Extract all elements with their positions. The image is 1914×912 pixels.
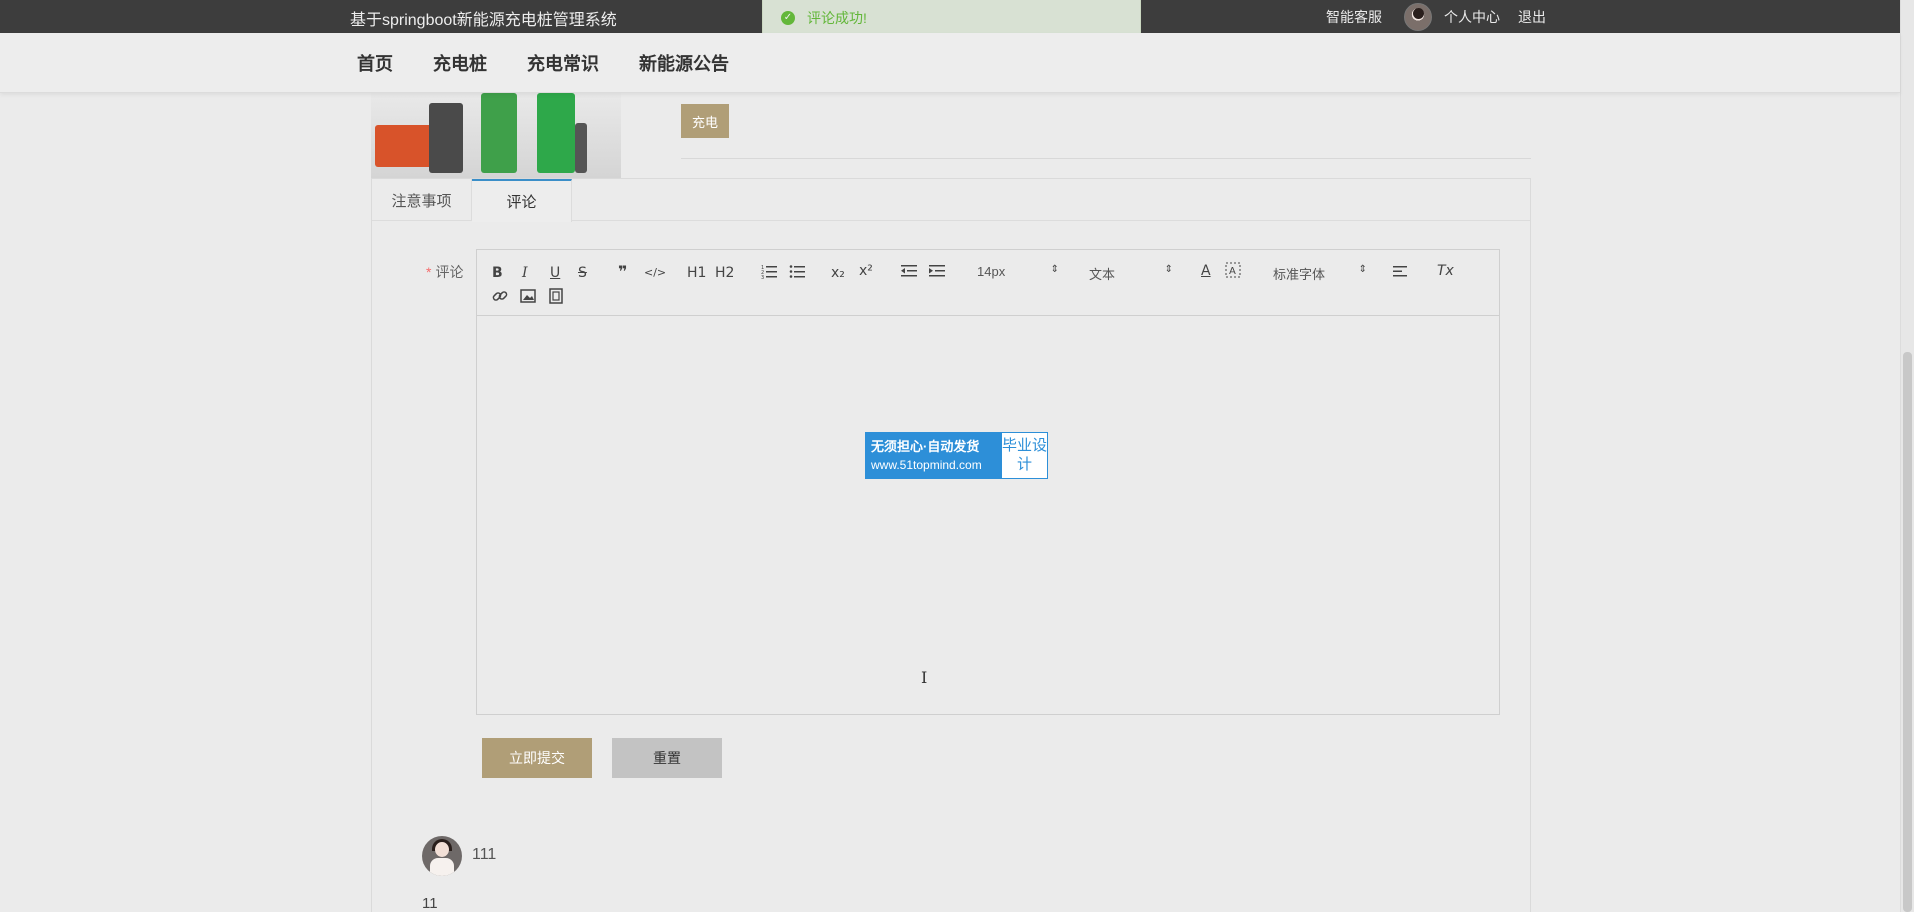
charger-illustration-orange <box>375 125 437 167</box>
toast-message: 评论成功! <box>807 9 867 26</box>
editor-toolbar: B I U S ❞ </> H1 H2 123 x₂ x² 14px ⇕ 文本 … <box>477 250 1499 316</box>
background-color-icon[interactable]: A <box>1225 262 1241 283</box>
nav-item-charging-pile[interactable]: 充电桩 <box>433 50 487 76</box>
ordered-list-icon[interactable]: 123 <box>761 263 777 284</box>
comment-avatar <box>422 836 462 876</box>
tab-comments[interactable]: 评论 <box>472 179 572 222</box>
customer-service-link[interactable]: 智能客服 <box>1326 7 1382 27</box>
editor-content-area[interactable]: 无须担心·自动发货 www.51topmind.com 毕业设计 I <box>477 316 1499 714</box>
charger-illustration-green-1 <box>481 93 517 173</box>
check-circle-icon: ✓ <box>781 10 795 25</box>
strike-button[interactable]: S <box>578 264 587 282</box>
reset-button[interactable]: 重置 <box>612 738 722 778</box>
personal-center-link[interactable]: 个人中心 <box>1444 7 1500 27</box>
outdent-icon[interactable] <box>901 263 917 284</box>
nav-item-home[interactable]: 首页 <box>357 50 393 76</box>
avatar-body <box>430 858 454 876</box>
heading2-button[interactable]: H2 <box>715 264 734 282</box>
text-color-icon[interactable]: A <box>1201 262 1211 280</box>
comment-field-label: * 评论 <box>426 262 463 282</box>
block-format-value: 文本 <box>1089 267 1116 282</box>
user-avatar[interactable] <box>1404 2 1432 31</box>
clear-format-icon[interactable]: Tx <box>1437 262 1454 280</box>
image-icon[interactable] <box>520 288 536 309</box>
code-block-icon[interactable]: </> <box>644 264 666 282</box>
submit-button[interactable]: 立即提交 <box>482 738 592 778</box>
subscript-button[interactable]: x₂ <box>831 264 845 282</box>
heading1-button[interactable]: H1 <box>687 264 706 282</box>
watermark-line1: 无须担心·自动发货 <box>871 439 980 454</box>
nav-item-charging-knowledge[interactable]: 充电常识 <box>527 50 599 76</box>
bold-button[interactable]: B <box>492 264 503 282</box>
divider <box>681 158 1531 159</box>
block-format-select[interactable]: 文本 ⇕ <box>1089 264 1173 283</box>
charger-illustration-green-2 <box>537 93 575 173</box>
watermark-logo: 无须担心·自动发货 www.51topmind.com 毕业设计 <box>865 432 1048 479</box>
video-icon[interactable] <box>548 288 564 309</box>
charger-illustration-post <box>575 123 587 173</box>
select-arrows-icon: ⇕ <box>1050 264 1059 275</box>
watermark-text: 无须担心·自动发货 www.51topmind.com <box>866 433 1002 478</box>
avatar-face <box>435 842 449 857</box>
font-size-select[interactable]: 14px ⇕ <box>977 264 1059 279</box>
select-arrows-icon: ⇕ <box>1164 264 1173 275</box>
comment-username: 111 <box>472 846 497 863</box>
superscript-button[interactable]: x² <box>859 262 873 280</box>
user-menu: 智能客服 个人中心 退出 <box>1326 0 1546 33</box>
tab-bar: 注意事项 评论 <box>372 179 1530 222</box>
italic-button[interactable]: I <box>522 264 528 282</box>
charge-tag-button[interactable]: 充电 <box>681 104 729 138</box>
nav-item-announcements[interactable]: 新能源公告 <box>639 50 729 76</box>
system-title: 基于springboot新能源充电桩管理系统 <box>350 12 617 29</box>
align-left-icon[interactable] <box>1393 263 1409 284</box>
success-toast: ✓ 评论成功! <box>762 0 1141 36</box>
required-mark: * <box>426 264 432 280</box>
rich-text-editor: B I U S ❞ </> H1 H2 123 x₂ x² 14px ⇕ 文本 … <box>476 249 1500 715</box>
comment-content: 11 <box>422 895 438 912</box>
bullet-list-icon[interactable] <box>789 263 805 284</box>
link-icon[interactable] <box>492 288 508 309</box>
blockquote-icon[interactable]: ❞ <box>618 263 627 281</box>
logout-link[interactable]: 退出 <box>1518 7 1546 27</box>
text-cursor-icon: I <box>921 668 928 687</box>
tab-notes[interactable]: 注意事项 <box>372 179 472 221</box>
comment-label-text: 评论 <box>435 264 464 280</box>
product-image <box>371 93 621 179</box>
underline-button[interactable]: U <box>550 264 560 282</box>
watermark-url: www.51topmind.com <box>871 458 982 472</box>
select-arrows-icon: ⇕ <box>1358 264 1367 275</box>
watermark-side: 毕业设计 <box>1002 433 1047 478</box>
svg-text:A: A <box>1229 266 1236 277</box>
font-size-value: 14px <box>977 264 1006 279</box>
charger-illustration-grey <box>429 103 463 173</box>
indent-icon[interactable] <box>929 263 945 284</box>
scrollbar-thumb[interactable] <box>1903 352 1912 912</box>
main-nav: 首页 充电桩 充电常识 新能源公告 <box>0 33 1900 93</box>
font-family-select[interactable]: 标准字体 ⇕ <box>1273 264 1367 283</box>
svg-text:3: 3 <box>761 275 764 279</box>
font-family-value: 标准字体 <box>1273 267 1326 282</box>
